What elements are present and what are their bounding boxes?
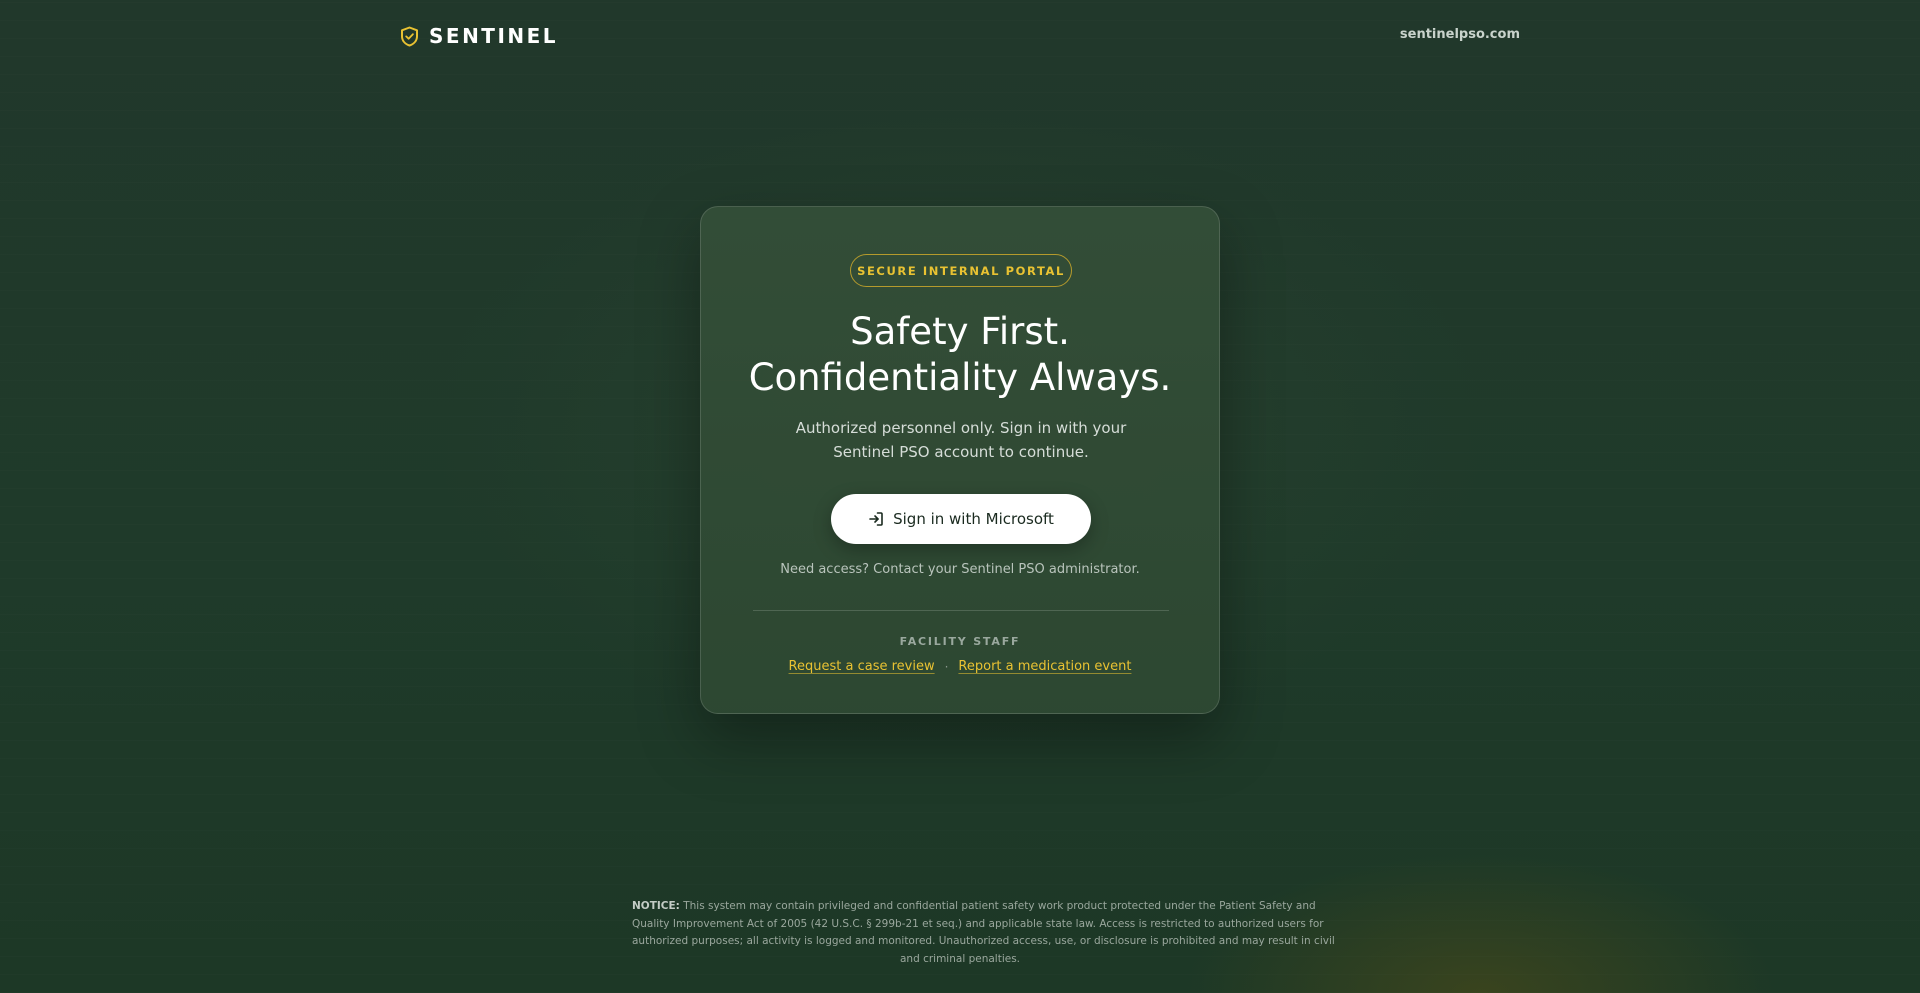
sign-in-button-label: Sign in with Microsoft	[893, 510, 1054, 528]
page-headline: Safety First. Confidentiality Always.	[701, 309, 1219, 401]
sign-in-arrow-icon	[868, 511, 884, 527]
top-header: SENTINEL sentinelpso.com	[400, 0, 1520, 72]
legal-notice: NOTICE: This system may contain privileg…	[632, 898, 1335, 968]
facility-staff-label: FACILITY STAFF	[899, 635, 1021, 648]
headline-line-2: Confidentiality Always.	[748, 356, 1172, 399]
brand-name: SENTINEL	[429, 24, 559, 48]
request-case-review-link[interactable]: Request a case review	[789, 659, 935, 674]
sign-in-microsoft-button[interactable]: Sign in with Microsoft	[831, 494, 1091, 544]
subtitle-line-2: Sentinel PSO account to continue.	[833, 443, 1089, 461]
access-help-text: Need access? Contact your Sentinel PSO a…	[780, 562, 1140, 577]
notice-line-1-text: This system may contain privileged and c…	[683, 900, 1316, 912]
sign-in-subtitle: Authorized personnel only. Sign in with …	[771, 416, 1151, 464]
notice-label: NOTICE:	[632, 900, 680, 912]
secure-portal-badge: SECURE INTERNAL PORTAL	[850, 254, 1072, 287]
notice-line-4: and criminal penalties.	[899, 952, 1021, 965]
notice-line-3: authorized purposes; all activity is log…	[632, 935, 1335, 947]
site-link[interactable]: sentinelpso.com	[1400, 27, 1520, 42]
link-separator: ·	[944, 659, 949, 674]
report-medication-event-link[interactable]: Report a medication event	[958, 659, 1131, 674]
sign-in-card: SECURE INTERNAL PORTAL Safety First. Con…	[700, 206, 1220, 714]
subtitle-line-1: Authorized personnel only. Sign in with …	[795, 419, 1127, 437]
card-divider	[753, 610, 1169, 611]
notice-line-1: NOTICE: This system may contain privileg…	[632, 898, 1316, 916]
shield-check-icon	[400, 26, 419, 47]
facility-staff-links: Request a case review · Report a medicat…	[701, 659, 1219, 674]
notice-line-2: Quality Improvement Act of 2005 (42 U.S.…	[632, 917, 1324, 930]
brand-logo-link[interactable]: SENTINEL	[400, 24, 558, 48]
headline-line-1: Safety First.	[850, 310, 1070, 353]
